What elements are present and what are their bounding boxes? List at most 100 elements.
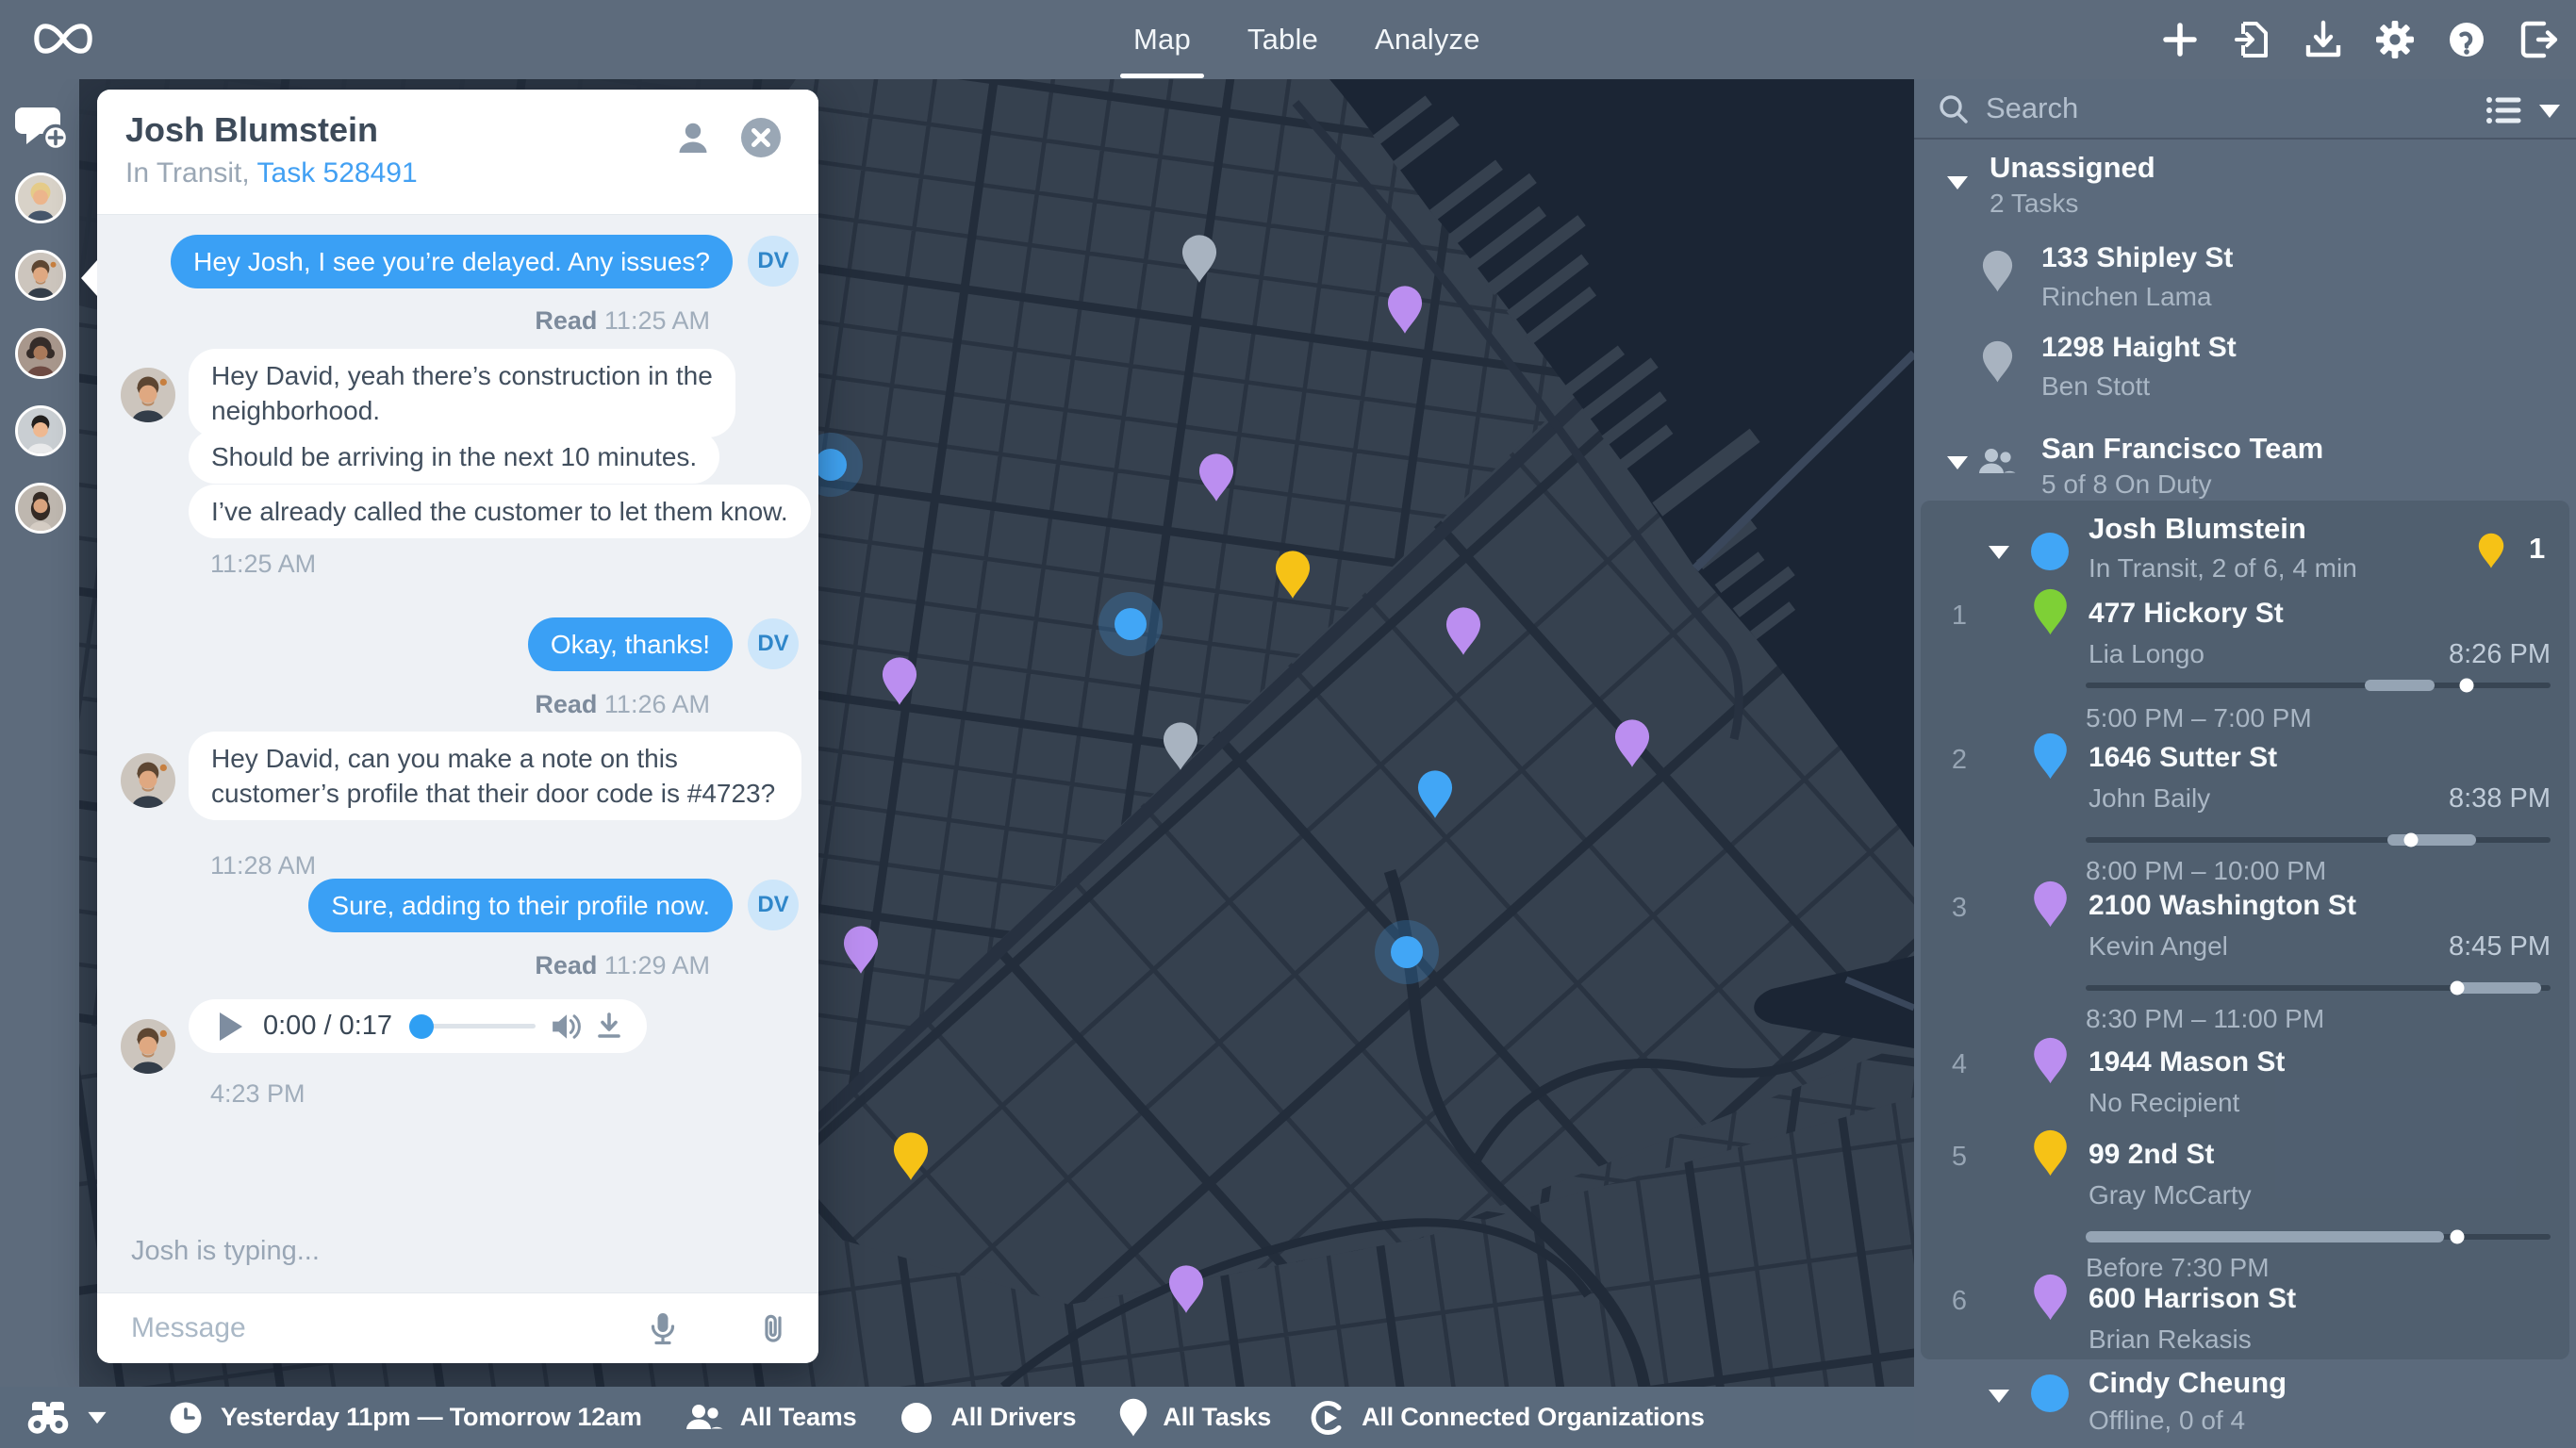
task-address[interactable]: 1944 Mason St (2089, 1046, 2285, 1078)
task-recipient: Ben Stott (2041, 371, 2150, 402)
driver-name[interactable]: Cindy Cheung (2089, 1366, 2287, 1400)
import-icon[interactable] (2216, 0, 2287, 79)
task-pin-icon (2033, 880, 2068, 929)
logout-icon[interactable] (2502, 0, 2574, 79)
time-window-segment (2457, 982, 2541, 994)
audio-progress-bar[interactable] (411, 1024, 536, 1028)
chevron-down-icon[interactable] (87, 1411, 107, 1424)
task-time-slider[interactable] (2086, 837, 2551, 843)
audio-progress-handle[interactable] (409, 1014, 434, 1039)
task-time-slider[interactable] (2086, 1234, 2551, 1240)
filter-bar: Yesterday 11pm — Tomorrow 12am All Teams… (0, 1387, 1914, 1448)
task-time-window: Before 7:30 PM (2086, 1253, 2270, 1283)
chat-task-link[interactable]: Task 528491 (257, 157, 418, 189)
record-voice-icon[interactable] (646, 1311, 680, 1345)
map-driver-dot[interactable] (1115, 608, 1147, 640)
new-chat-icon[interactable] (13, 98, 68, 153)
driver-status: In Transit, 2 of 6, 4 min (2089, 553, 2357, 584)
filter-all-teams[interactable]: All Teams (740, 1403, 857, 1432)
chevron-down-icon[interactable] (2538, 104, 2561, 119)
message-bubble-sent: Sure, adding to their profile now. (308, 879, 733, 932)
map-driver-dot[interactable] (815, 449, 847, 481)
task-time-window: 8:30 PM – 11:00 PM (2086, 1004, 2324, 1034)
download-icon[interactable] (2287, 0, 2359, 79)
slider-handle[interactable] (2404, 833, 2419, 847)
audio-time: 0:00 / 0:17 (263, 1011, 392, 1042)
task-address[interactable]: 600 Harrison St (2089, 1283, 2296, 1315)
read-label: Read (535, 690, 597, 718)
task-eta: 8:45 PM (2449, 931, 2551, 963)
all-tasks-icon[interactable] (1119, 1398, 1148, 1438)
close-chat-icon[interactable] (739, 116, 783, 159)
read-label: Read (535, 951, 597, 979)
main-tabs: Map Table Analyze (1105, 0, 1509, 79)
lookout-binoculars-icon[interactable] (26, 1399, 70, 1437)
message-input[interactable] (131, 1293, 621, 1363)
task-address[interactable]: 1298 Haight St (2041, 332, 2237, 364)
collapse-driver-icon[interactable] (1988, 1389, 2010, 1404)
onfleet-logo-icon[interactable] (31, 22, 95, 56)
message-bubble-sent: Hey Josh, I see you’re delayed. Any issu… (171, 235, 733, 288)
volume-icon[interactable] (551, 1012, 581, 1042)
task-eta: 8:38 PM (2449, 783, 2551, 814)
driver-avatar (121, 1019, 175, 1074)
task-recipient: Brian Rekasis (2089, 1325, 2252, 1355)
task-address[interactable]: 477 Hickory St (2089, 598, 2284, 630)
timestamp: 4:23 PM (210, 1079, 305, 1109)
tab-map[interactable]: Map (1105, 0, 1219, 79)
read-time: 11:25 AM (604, 306, 710, 335)
group-title-team[interactable]: San Francisco Team (2041, 432, 2323, 466)
filter-all-connected-organizations[interactable]: All Connected Organizations (1362, 1403, 1705, 1432)
task-time-window: 8:00 PM – 10:00 PM (2086, 856, 2326, 886)
task-address[interactable]: 2100 Washington St (2089, 890, 2356, 922)
task-time-slider[interactable] (2086, 985, 2551, 991)
driver-status: Offline, 0 of 4 (2089, 1406, 2245, 1436)
all-connected-organizations-icon[interactable] (1311, 1400, 1346, 1436)
collapse-unassigned-icon[interactable] (1946, 175, 1969, 190)
task-recipient: Rinchen Lama (2041, 282, 2212, 312)
timestamp: 11:25 AM (210, 550, 316, 579)
search-input[interactable] (1986, 79, 2401, 138)
avatar-driver-3[interactable] (15, 328, 66, 379)
task-address[interactable]: 99 2nd St (2089, 1139, 2214, 1171)
time-window-segment (2086, 1231, 2444, 1242)
slider-handle[interactable] (2451, 981, 2465, 996)
play-icon[interactable] (220, 1012, 242, 1041)
task-address[interactable]: 1646 Sutter St (2089, 742, 2277, 774)
map-driver-dot[interactable] (1391, 936, 1423, 968)
search-icon (1937, 92, 1971, 126)
add-icon[interactable] (2144, 0, 2216, 79)
slider-handle[interactable] (2460, 679, 2474, 693)
collapse-team-icon[interactable] (1946, 455, 1969, 470)
task-time-slider[interactable] (2086, 683, 2551, 688)
avatar-driver-4[interactable] (15, 405, 66, 456)
filter-time-range[interactable]: Yesterday 11pm — Tomorrow 12am (221, 1403, 642, 1432)
route-stop-number: 2 (1945, 745, 1973, 776)
task-address[interactable]: 133 Shipley St (2041, 242, 2233, 274)
list-view-icon[interactable] (2485, 93, 2521, 127)
view-profile-icon[interactable] (671, 116, 715, 159)
collapse-driver-icon[interactable] (1988, 545, 2010, 560)
all-teams-icon[interactable] (685, 1402, 723, 1434)
read-receipt: Read 11:26 AM (535, 690, 710, 719)
driver-name[interactable]: Josh Blumstein (2089, 512, 2306, 546)
tab-table[interactable]: Table (1219, 0, 1346, 79)
slider-handle[interactable] (2451, 1230, 2465, 1244)
route-stop-number: 4 (1945, 1049, 1973, 1080)
time-range-icon[interactable] (168, 1400, 204, 1436)
filter-all-drivers[interactable]: All Drivers (950, 1403, 1076, 1432)
attach-file-icon[interactable] (756, 1311, 790, 1345)
group-title-unassigned[interactable]: Unassigned (1990, 151, 2155, 185)
initials: DV (757, 631, 788, 657)
avatar-driver-1[interactable] (15, 173, 66, 223)
avatar-driver-2-selected[interactable] (15, 250, 66, 301)
avatar-driver-5[interactable] (15, 483, 66, 534)
all-drivers-icon[interactable] (900, 1401, 933, 1435)
settings-gear-icon[interactable] (2359, 0, 2431, 79)
download-audio-icon[interactable] (596, 1012, 622, 1041)
filter-all-tasks[interactable]: All Tasks (1163, 1403, 1271, 1432)
help-icon[interactable] (2431, 0, 2502, 79)
chat-status-prefix: In Transit, (125, 157, 257, 189)
message-bubble-received: Hey David, can you make a note on this c… (189, 732, 801, 820)
tab-analyze[interactable]: Analyze (1346, 0, 1509, 79)
